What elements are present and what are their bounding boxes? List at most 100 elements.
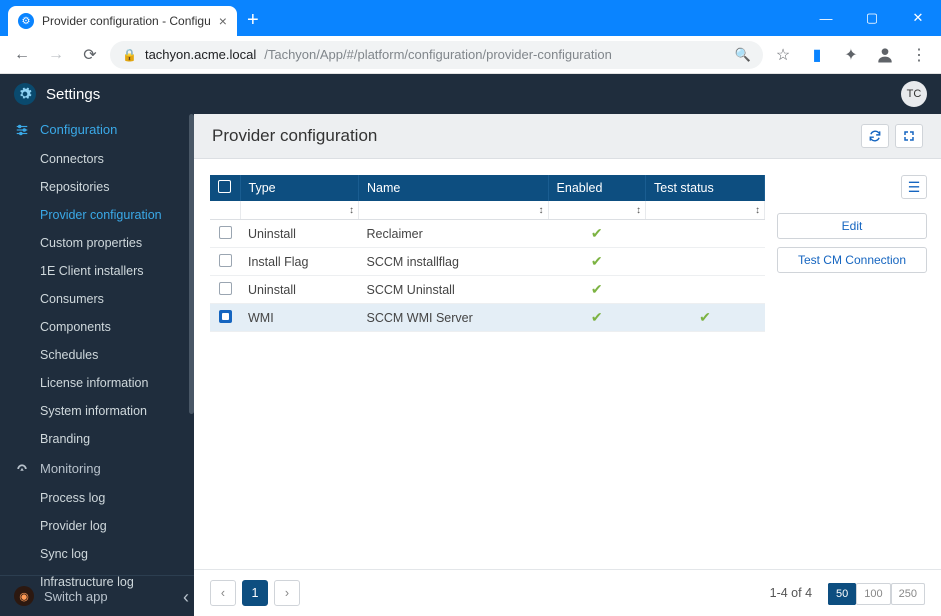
lock-icon: 🔒 — [122, 48, 137, 62]
sidebar-item-process-log[interactable]: Process log — [0, 484, 194, 512]
sidebar-item-system-information[interactable]: System information — [0, 397, 194, 425]
refresh-button[interactable] — [861, 124, 889, 148]
new-tab-button[interactable]: + — [247, 9, 259, 32]
url-host: tachyon.acme.local — [145, 47, 256, 62]
sidebar-item-sync-log[interactable]: Sync log — [0, 540, 194, 568]
cell-enabled: ✔ — [548, 220, 645, 248]
forward-button[interactable]: → — [42, 41, 70, 69]
page-size-250[interactable]: 250 — [891, 583, 925, 605]
cell-type: Install Flag — [240, 248, 359, 276]
sidebar-item-1e-client-installers[interactable]: 1E Client installers — [0, 257, 194, 285]
check-icon: ✔ — [556, 281, 637, 298]
cell-enabled: ✔ — [548, 248, 645, 276]
cell-name: SCCM installflag — [359, 248, 549, 276]
sort-name[interactable]: ↕ — [359, 201, 549, 220]
check-icon: ✔ — [556, 225, 637, 242]
back-button[interactable]: ← — [8, 41, 36, 69]
page-size-100[interactable]: 100 — [856, 583, 890, 605]
switch-app-button[interactable]: ◉ Switch app — [0, 575, 194, 616]
cell-enabled: ✔ — [548, 276, 645, 304]
table-row[interactable]: UninstallReclaimer✔ — [210, 220, 765, 248]
cell-test: ✔ — [646, 304, 765, 332]
browser-titlebar: ⚙ Provider configuration - Configu × + —… — [0, 0, 941, 36]
tab-favicon: ⚙ — [18, 13, 34, 29]
cell-enabled: ✔ — [548, 304, 645, 332]
sidebar-item-repositories[interactable]: Repositories — [0, 173, 194, 201]
window-controls: — ▢ ✕ — [803, 0, 941, 36]
profile-button[interactable] — [871, 41, 899, 69]
sort-enabled[interactable]: ↕ — [548, 201, 645, 220]
sidebar-item-provider-configuration[interactable]: Provider configuration — [0, 201, 194, 229]
next-page-button[interactable]: › — [274, 580, 300, 606]
chat-icon[interactable]: ▮ — [803, 41, 831, 69]
user-avatar[interactable]: TC — [901, 81, 927, 107]
sidebar-item-provider-log[interactable]: Provider log — [0, 512, 194, 540]
content-area: Provider configuration Type Name — [194, 114, 941, 616]
sidebar: Configuration ConnectorsRepositoriesProv… — [0, 114, 194, 616]
table-row[interactable]: Install FlagSCCM installflag ✔ — [210, 248, 765, 276]
table-panel: Type Name Enabled Test status ↕ ↕ ↕ ↕ — [210, 175, 765, 559]
page-header: Provider configuration — [194, 114, 941, 159]
sort-type[interactable]: ↕ — [240, 201, 359, 220]
col-test[interactable]: Test status — [646, 175, 765, 201]
switch-app-icon: ◉ — [14, 586, 34, 606]
cell-name: SCCM Uninstall — [359, 276, 549, 304]
fullscreen-button[interactable] — [895, 124, 923, 148]
sidebar-item-branding[interactable]: Branding — [0, 425, 194, 453]
main-layout: Configuration ConnectorsRepositoriesProv… — [0, 114, 941, 616]
col-enabled[interactable]: Enabled — [548, 175, 645, 201]
row-checkbox[interactable] — [219, 282, 232, 295]
sidebar-item-components[interactable]: Components — [0, 313, 194, 341]
pager-info: 1-4 of 4 — [770, 586, 812, 600]
address-bar[interactable]: 🔒 tachyon.acme.local/Tachyon/App/#/platf… — [110, 41, 763, 69]
test-connection-button[interactable]: Test CM Connection — [777, 247, 927, 273]
sidebar-item-consumers[interactable]: Consumers — [0, 285, 194, 313]
app-header: Settings TC — [0, 74, 941, 114]
collapse-sidebar-button[interactable]: ‹ — [176, 587, 194, 608]
close-window-button[interactable]: ✕ — [895, 0, 941, 36]
col-type[interactable]: Type — [240, 175, 359, 201]
app-logo-icon — [14, 83, 36, 105]
body-area: Type Name Enabled Test status ↕ ↕ ↕ ↕ — [194, 159, 941, 569]
row-checkbox[interactable] — [219, 226, 232, 239]
col-name[interactable]: Name — [359, 175, 549, 201]
row-checkbox[interactable] — [219, 310, 232, 323]
page-size-50[interactable]: 50 — [828, 583, 856, 605]
zoom-icon[interactable]: 🔍 — [735, 47, 751, 63]
table-row[interactable]: WMISCCM WMI Server✔✔ — [210, 304, 765, 332]
bookmark-button[interactable]: ☆ — [769, 41, 797, 69]
cell-type: Uninstall — [240, 276, 359, 304]
edit-button[interactable]: Edit — [777, 213, 927, 239]
sidebar-group-monitoring[interactable]: Monitoring — [0, 453, 194, 484]
select-all-header[interactable] — [210, 175, 240, 201]
sidebar-group-label: Configuration — [40, 122, 117, 137]
hamburger-menu-button[interactable]: ☰ — [901, 175, 927, 199]
cell-test — [646, 220, 765, 248]
switch-app-label: Switch app — [44, 589, 108, 604]
sidebar-item-schedules[interactable]: Schedules — [0, 341, 194, 369]
kebab-menu-button[interactable]: ⋮ — [905, 41, 933, 69]
check-icon: ✔ — [556, 253, 637, 270]
sidebar-item-connectors[interactable]: Connectors — [0, 145, 194, 173]
pagination-bar: ‹ 1 › 1-4 of 4 50100250 — [194, 569, 941, 616]
extensions-button[interactable]: ✦ — [837, 41, 865, 69]
sidebar-group-configuration[interactable]: Configuration — [0, 114, 194, 145]
sort-test[interactable]: ↕ — [646, 201, 765, 220]
prev-page-button[interactable]: ‹ — [210, 580, 236, 606]
browser-tab[interactable]: ⚙ Provider configuration - Configu × — [8, 6, 237, 36]
page-1-button[interactable]: 1 — [242, 580, 268, 606]
browser-toolbar: ← → ⟳ 🔒 tachyon.acme.local/Tachyon/App/#… — [0, 36, 941, 74]
table-row[interactable]: UninstallSCCM Uninstall ✔ — [210, 276, 765, 304]
close-tab-icon[interactable]: × — [219, 13, 227, 29]
sidebar-item-custom-properties[interactable]: Custom properties — [0, 229, 194, 257]
sidebar-item-license-information[interactable]: License information — [0, 369, 194, 397]
cell-test — [646, 248, 765, 276]
minimize-button[interactable]: — — [803, 0, 849, 36]
cell-type: WMI — [240, 304, 359, 332]
row-checkbox[interactable] — [219, 254, 232, 267]
app-title: Settings — [46, 86, 100, 103]
maximize-button[interactable]: ▢ — [849, 0, 895, 36]
url-path: /Tachyon/App/#/platform/configuration/pr… — [264, 47, 612, 62]
reload-button[interactable]: ⟳ — [76, 41, 104, 69]
cell-type: Uninstall — [240, 220, 359, 248]
